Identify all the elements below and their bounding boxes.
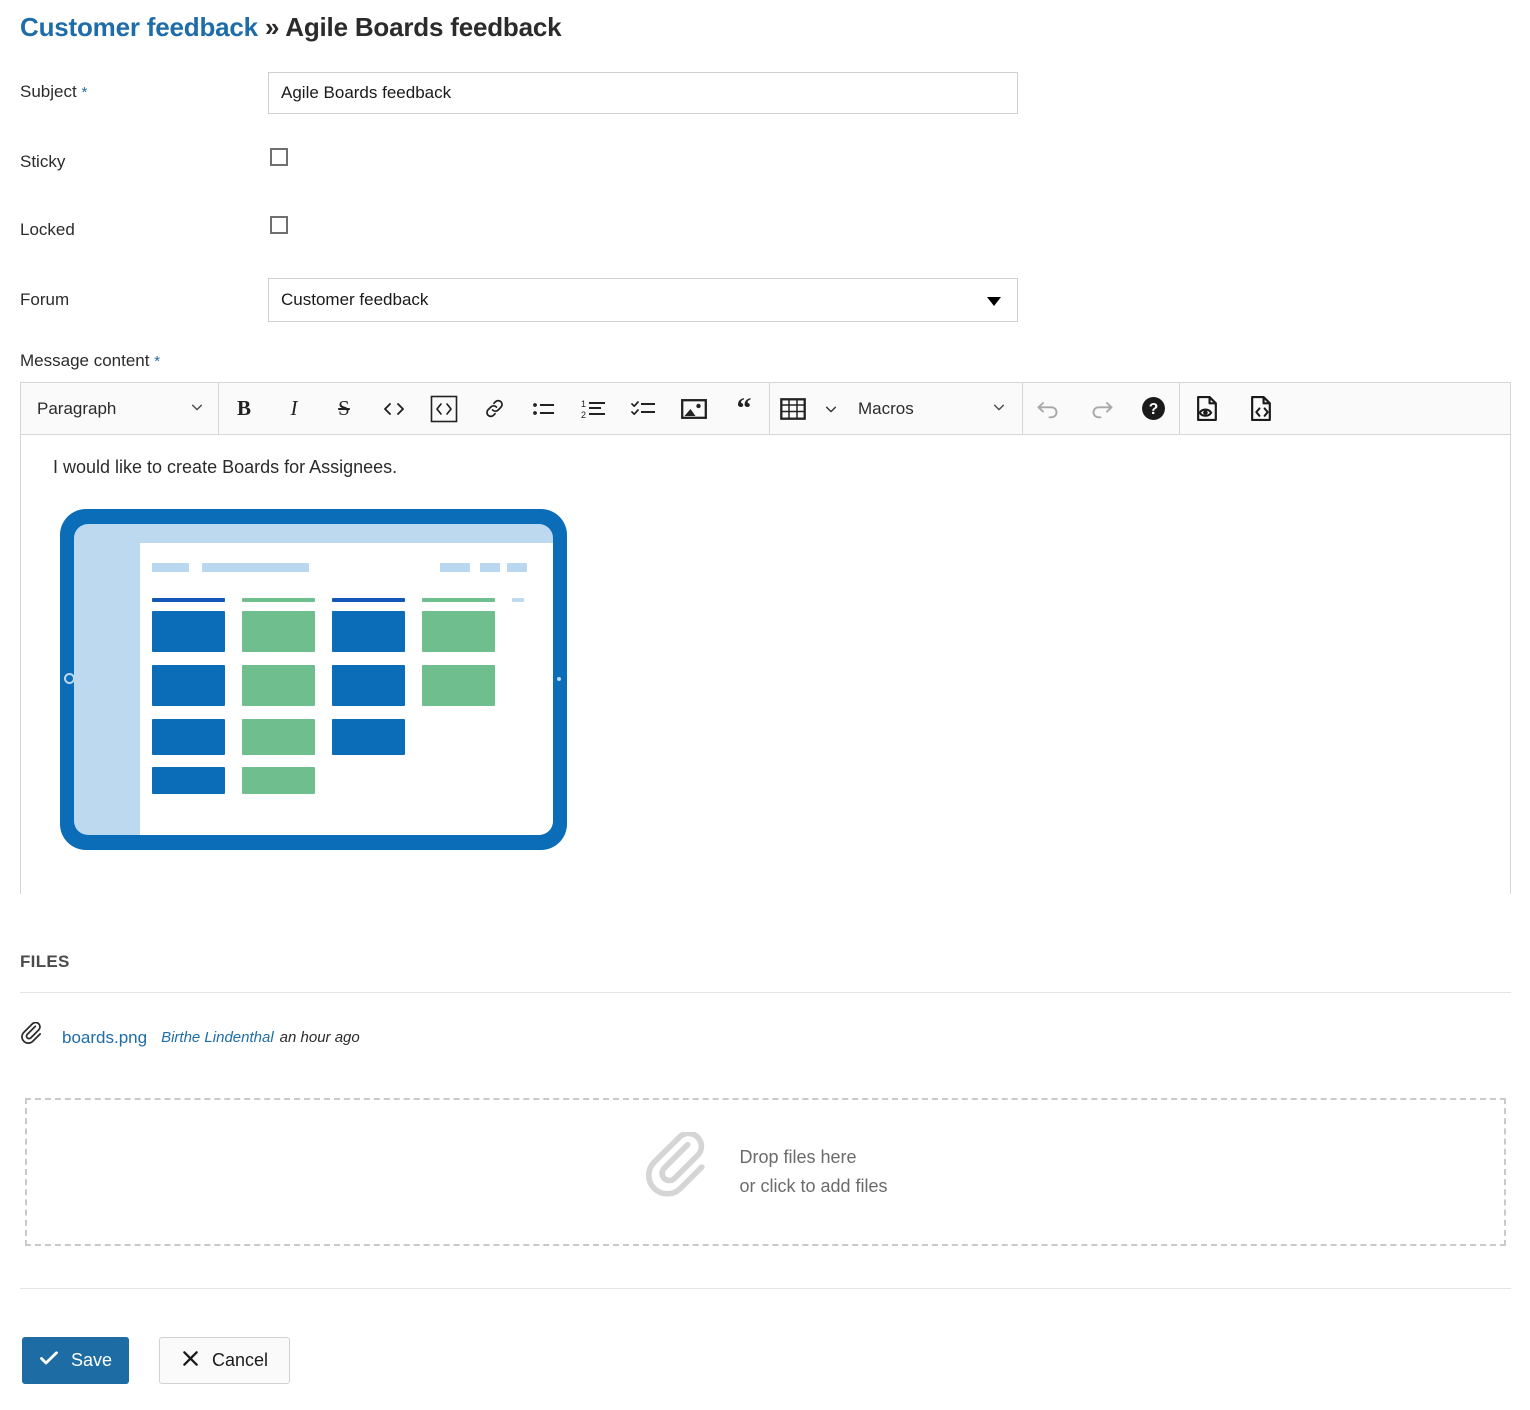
svg-text:?: ? [1148, 401, 1158, 418]
save-button[interactable]: Save [22, 1337, 129, 1384]
locked-checkbox[interactable] [270, 216, 288, 234]
file-list-item: boards.png Birthe Lindenthal an hour ago [20, 1022, 360, 1053]
forum-label: Forum [20, 290, 69, 310]
undo-icon [1036, 398, 1062, 420]
agile-board-tablet-illustration[interactable] [60, 509, 567, 850]
save-button-label: Save [71, 1350, 112, 1371]
file-dropzone[interactable]: Drop files here or click to add files [25, 1098, 1506, 1246]
forum-select[interactable]: Customer feedback [268, 278, 1018, 322]
undo-button[interactable] [1023, 383, 1075, 434]
source-code-button[interactable] [1234, 383, 1288, 434]
paperclip-icon [643, 1132, 719, 1213]
link-icon [483, 397, 506, 420]
svg-text:1: 1 [581, 399, 586, 409]
chevron-down-icon [992, 399, 1006, 419]
rich-text-editor: Paragraph B I S [20, 382, 1511, 894]
sticky-checkbox[interactable] [270, 148, 288, 166]
source-code-icon [1248, 395, 1275, 422]
dropzone-line-1: Drop files here [739, 1147, 856, 1167]
italic-button[interactable]: I [269, 383, 319, 434]
forum-select-value: Customer feedback [281, 290, 428, 310]
required-asterisk: * [154, 353, 160, 370]
redo-button[interactable] [1075, 383, 1127, 434]
inline-code-button[interactable] [369, 383, 419, 434]
cancel-button[interactable]: Cancel [159, 1337, 290, 1384]
breadcrumb-separator: » [265, 12, 279, 42]
check-icon [39, 1348, 59, 1373]
strikethrough-button[interactable]: S [319, 383, 369, 434]
tablet-screen [74, 524, 553, 835]
breadcrumb-current: Agile Boards feedback [285, 12, 561, 42]
checklist-icon [631, 398, 657, 420]
editor-toolbar: Paragraph B I S [21, 383, 1510, 435]
actions-divider [20, 1288, 1511, 1289]
code-block-button[interactable] [419, 383, 469, 434]
numbered-list-icon: 1 2 [581, 397, 607, 421]
block-format-select[interactable]: Paragraph [21, 383, 219, 434]
table-icon [780, 397, 806, 421]
quote-icon: “ [737, 400, 752, 418]
chevron-down-icon [987, 297, 1001, 306]
files-section-heading: FILES [20, 952, 70, 972]
link-button[interactable] [469, 383, 519, 434]
help-icon: ? [1141, 396, 1166, 421]
bullet-list-button[interactable] [519, 383, 569, 434]
macros-select[interactable]: Macros [846, 383, 1022, 434]
toolbar-group-formatting: B I S [219, 383, 769, 434]
file-timestamp: an hour ago [280, 1029, 360, 1046]
cancel-button-label: Cancel [212, 1350, 268, 1371]
subject-label: Subject * [20, 82, 87, 102]
checklist-button[interactable] [619, 383, 669, 434]
file-author[interactable]: Birthe Lindenthal [161, 1029, 274, 1046]
tablet-sensor-icon [557, 677, 561, 681]
inline-code-icon [382, 399, 406, 419]
bullet-list-icon [532, 398, 556, 420]
subject-input[interactable] [268, 72, 1018, 114]
preview-icon [1194, 395, 1221, 422]
locked-label: Locked [20, 220, 75, 240]
block-format-value: Paragraph [37, 399, 116, 419]
preview-button[interactable] [1180, 383, 1234, 434]
paperclip-icon [20, 1022, 46, 1053]
help-button[interactable]: ? [1127, 383, 1179, 434]
quote-button[interactable]: “ [719, 383, 769, 434]
chevron-down-icon [824, 402, 838, 416]
table-button[interactable] [770, 383, 816, 434]
file-name-link[interactable]: boards.png [62, 1028, 147, 1048]
forum-post-edit-page: Customer feedback » Agile Boards feedbac… [0, 0, 1530, 1410]
bold-button[interactable]: B [219, 383, 269, 434]
toolbar-group-view [1180, 383, 1288, 434]
image-button[interactable] [669, 383, 719, 434]
image-icon [681, 397, 707, 421]
svg-text:2: 2 [581, 410, 586, 420]
redo-icon [1088, 398, 1114, 420]
table-dropdown-button[interactable] [816, 383, 846, 434]
editor-content-area[interactable]: I would like to create Boards for Assign… [21, 435, 1510, 894]
toolbar-group-history: ? [1023, 383, 1179, 434]
page-title: Customer feedback » Agile Boards feedbac… [20, 12, 561, 43]
sticky-label: Sticky [20, 152, 65, 172]
editor-paragraph: I would like to create Boards for Assign… [53, 457, 1510, 478]
chevron-down-icon [190, 399, 204, 419]
breadcrumb-forum-link[interactable]: Customer feedback [20, 12, 258, 42]
files-divider [20, 992, 1511, 993]
macros-label: Macros [858, 399, 914, 419]
numbered-list-button[interactable]: 1 2 [569, 383, 619, 434]
message-content-label: Message content * [20, 351, 160, 371]
close-icon [181, 1349, 200, 1373]
toolbar-group-insert: Macros [770, 383, 1022, 434]
code-block-icon [429, 394, 459, 424]
required-asterisk: * [81, 84, 87, 101]
dropzone-line-2: or click to add files [739, 1176, 887, 1196]
kanban-board-mock [140, 543, 553, 835]
